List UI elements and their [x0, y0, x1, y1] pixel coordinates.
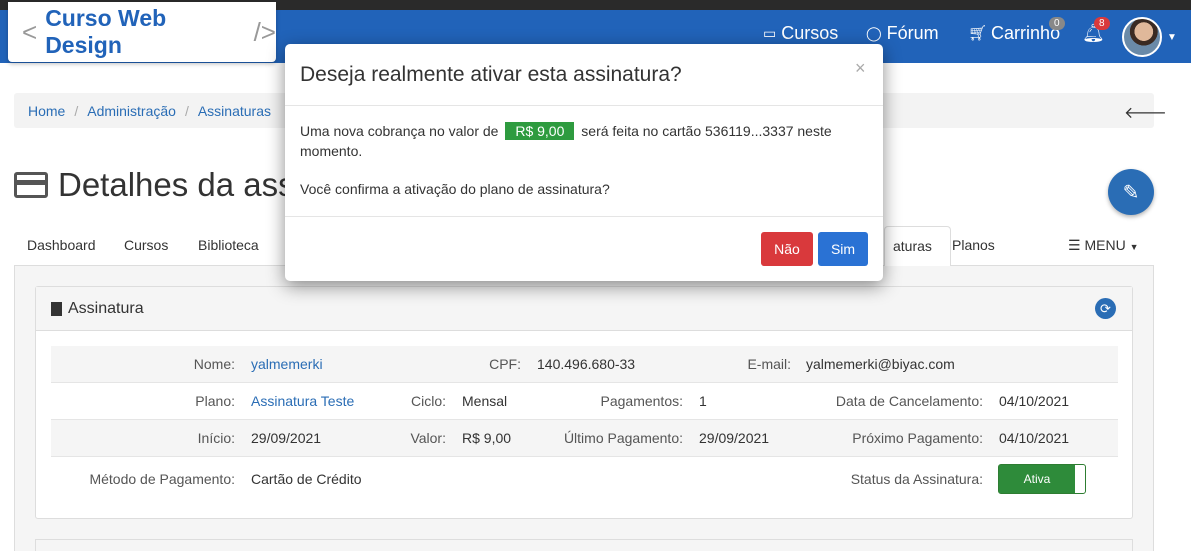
no-button[interactable]: Não: [761, 232, 813, 266]
modal-body: Uma nova cobrança no valor de R$ 9,00 se…: [300, 121, 860, 199]
modal-header: Deseja realmente ativar esta assinatura?…: [285, 44, 883, 106]
close-icon[interactable]: ×: [855, 58, 866, 79]
confirm-question: Você confirma a ativação do plano de ass…: [300, 181, 610, 197]
price-badge: R$ 9,00: [505, 122, 575, 140]
modal-footer: Não Sim: [285, 216, 883, 281]
confirm-modal: Deseja realmente ativar esta assinatura?…: [285, 44, 883, 281]
charge-message: Uma nova cobrança no valor de R$ 9,00 se…: [300, 121, 860, 161]
modal-title: Deseja realmente ativar esta assinatura?: [300, 63, 682, 86]
yes-button[interactable]: Sim: [818, 232, 868, 266]
charge-text-before: Uma nova cobrança no valor de: [300, 123, 499, 139]
